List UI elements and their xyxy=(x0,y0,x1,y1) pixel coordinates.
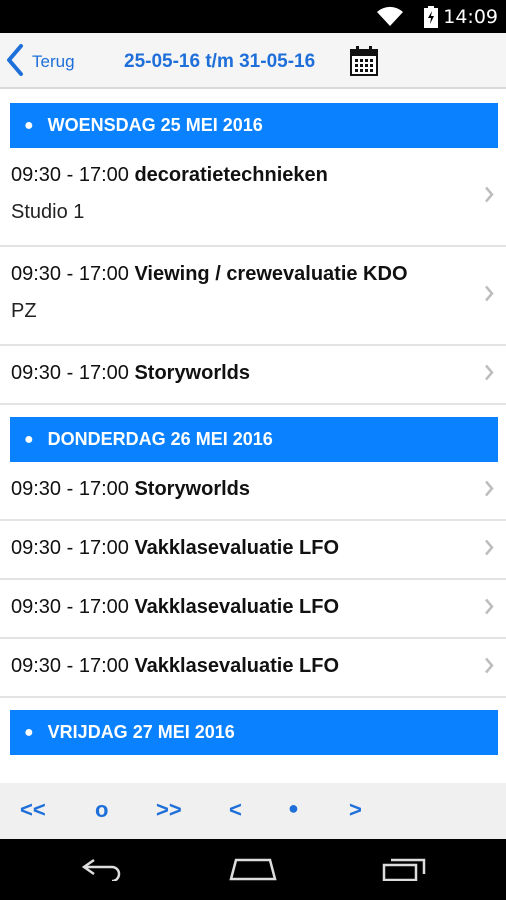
list-item[interactable]: 09:30 - 17:00 decoratietechnieken Studio… xyxy=(0,148,506,247)
chevron-right-icon xyxy=(484,185,494,208)
list-item[interactable]: 09:30 - 17:00 Vakklasevaluatie LFO xyxy=(0,639,506,698)
chevron-right-icon xyxy=(484,656,494,679)
item-time: 09:30 - 17:00 xyxy=(11,164,129,186)
status-bar: 14:09 xyxy=(0,0,506,33)
first-week-button[interactable]: << xyxy=(20,797,46,823)
back-label: Terug xyxy=(32,52,75,71)
day-title: DONDERDAG 26 MEI 2016 xyxy=(47,429,273,449)
schedule-list[interactable]: ● WOENSDAG 25 MEI 2016 09:30 - 17:00 dec… xyxy=(0,91,506,783)
item-time: 09:30 - 17:00 xyxy=(11,478,129,500)
list-item[interactable]: 09:30 - 17:00 Storyworlds xyxy=(0,462,506,521)
recents-nav-icon[interactable] xyxy=(381,857,427,886)
list-item[interactable]: 09:30 - 17:00 Storyworlds xyxy=(0,346,506,405)
calendar-icon[interactable] xyxy=(349,45,379,82)
item-title: Storyworlds xyxy=(134,478,251,500)
chevron-right-icon xyxy=(484,538,494,561)
today-button[interactable]: ● xyxy=(288,798,299,819)
clock: 14:09 xyxy=(443,6,498,28)
chevron-right-icon xyxy=(484,479,494,502)
item-location: PZ xyxy=(11,300,37,322)
item-time: 09:30 - 17:00 xyxy=(11,596,129,618)
battery-icon xyxy=(424,6,438,33)
item-title: decoratietechnieken xyxy=(134,164,328,186)
date-range: 25-05-16 t/m 31-05-16 xyxy=(124,51,316,72)
next-button[interactable]: > xyxy=(349,797,362,823)
item-time: 09:30 - 17:00 xyxy=(11,362,129,384)
chevron-right-icon xyxy=(484,284,494,307)
item-title: Vakklasevaluatie LFO xyxy=(134,537,339,559)
chevron-right-icon xyxy=(484,363,494,386)
day-header: ● DONDERDAG 26 MEI 2016 xyxy=(10,417,498,462)
item-time: 09:30 - 17:00 xyxy=(11,655,129,677)
bullet-icon: ● xyxy=(24,723,34,741)
list-item[interactable]: 09:30 - 17:00 Vakklasevaluatie LFO xyxy=(0,580,506,639)
item-title: Vakklasevaluatie LFO xyxy=(134,655,339,677)
wifi-icon xyxy=(376,5,404,32)
bullet-icon: ● xyxy=(24,116,34,134)
chevron-right-icon xyxy=(484,597,494,620)
item-time: 09:30 - 17:00 xyxy=(11,537,129,559)
back-nav-icon[interactable] xyxy=(80,857,126,886)
list-item[interactable]: 09:30 - 17:00 Vakklasevaluatie LFO xyxy=(0,521,506,580)
home-nav-icon[interactable] xyxy=(228,857,278,886)
list-item[interactable]: 09:30 - 17:00 Viewing / crewevaluatie KD… xyxy=(0,247,506,346)
day-header: ● WOENSDAG 25 MEI 2016 xyxy=(10,103,498,148)
item-time: 09:30 - 17:00 xyxy=(11,263,129,285)
item-title: Viewing / crewevaluatie KDO xyxy=(134,263,408,285)
day-title: WOENSDAG 25 MEI 2016 xyxy=(47,115,263,135)
item-title: Storyworlds xyxy=(134,362,251,384)
chevron-left-icon xyxy=(6,43,24,81)
item-location: Studio 1 xyxy=(11,201,85,223)
app-header: Terug 25-05-16 t/m 31-05-16 xyxy=(0,33,506,89)
prev-button[interactable]: < xyxy=(229,797,242,823)
item-title: Vakklasevaluatie LFO xyxy=(134,596,339,618)
system-nav-bar xyxy=(0,839,506,900)
week-pager: << o >> < ● > xyxy=(0,783,506,839)
back-button[interactable]: Terug xyxy=(6,43,75,81)
day-title: VRIJDAG 27 MEI 2016 xyxy=(47,722,235,742)
last-week-button[interactable]: >> xyxy=(156,797,182,823)
current-week-button[interactable]: o xyxy=(95,797,108,823)
day-header: ● VRIJDAG 27 MEI 2016 xyxy=(10,710,498,755)
bullet-icon: ● xyxy=(24,430,34,448)
